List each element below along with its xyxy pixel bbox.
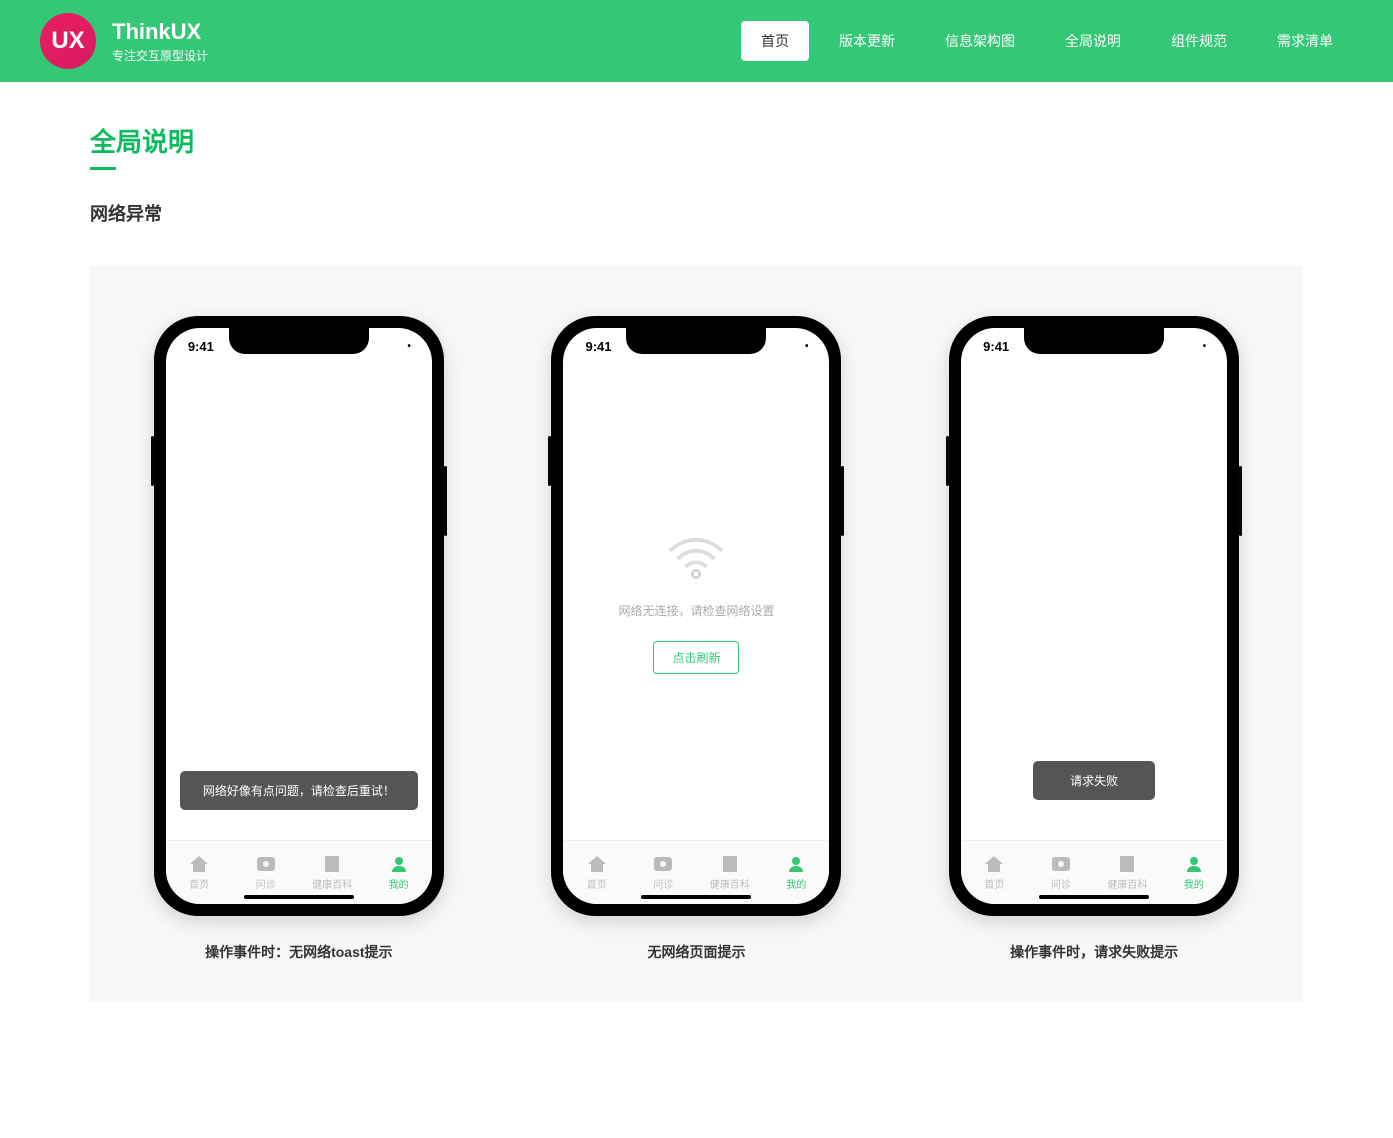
tab-home[interactable]: 首页 (563, 841, 630, 904)
screen: 9:41 • 请求失败 首页 问诊 (961, 328, 1227, 904)
tab-label: 健康百科 (1107, 876, 1147, 891)
status-time: 9:41 (983, 339, 1009, 354)
screen-body: 网络好像有点问题，请检查后重试！ (166, 364, 432, 840)
user-icon (786, 855, 806, 873)
logo-icon: UX (40, 13, 96, 69)
tab-label: 健康百科 (312, 876, 352, 891)
home-icon (984, 855, 1004, 873)
tab-label: 问诊 (653, 876, 673, 891)
caption: 操作事件时：无网络toast提示 (205, 942, 392, 962)
brand-title: ThinkUX (112, 19, 208, 45)
status-icons: • (1203, 341, 1206, 352)
notch (229, 328, 369, 354)
user-icon (389, 855, 409, 873)
tab-label: 我的 (1184, 876, 1204, 891)
home-indicator (641, 895, 751, 899)
home-indicator (1039, 895, 1149, 899)
tab-home[interactable]: 首页 (166, 841, 233, 904)
screen-body: 网络无连接，请检查网络设置 点击刷新 (563, 364, 829, 840)
top-nav: 首页 版本更新 信息架构图 全局说明 组件规范 需求清单 (741, 21, 1353, 61)
nav-home[interactable]: 首页 (741, 21, 809, 61)
tab-label: 首页 (587, 876, 607, 891)
mockup-3: 9:41 • 请求失败 首页 问诊 (949, 316, 1239, 962)
screen: 9:41 • 网络好像有点问题，请检查后重试！ 首页 问诊 (166, 328, 432, 904)
refresh-button[interactable]: 点击刷新 (653, 641, 739, 674)
phone-frame: 9:41 • 网络好像有点问题，请检查后重试！ 首页 问诊 (154, 316, 444, 916)
caption: 操作事件时，请求失败提示 (1010, 942, 1178, 962)
consult-icon (653, 855, 673, 873)
home-icon (587, 855, 607, 873)
section-title: 网络异常 (90, 200, 1303, 226)
status-time: 9:41 (188, 339, 214, 354)
consult-icon (1051, 855, 1071, 873)
tab-label: 问诊 (1051, 876, 1071, 891)
book-icon (720, 855, 740, 873)
mockup-1: 9:41 • 网络好像有点问题，请检查后重试！ 首页 问诊 (154, 316, 444, 962)
page-title: 全局说明 (90, 122, 1303, 159)
user-icon (1184, 855, 1204, 873)
tab-label: 我的 (786, 876, 806, 891)
logo-text: UX (51, 27, 84, 55)
status-time: 9:41 (585, 339, 611, 354)
caption: 无网络页面提示 (647, 942, 745, 962)
brand: ThinkUX 专注交互原型设计 (112, 19, 208, 64)
wifi-off-icon (664, 531, 728, 586)
status-icons: • (407, 341, 410, 352)
no-network-text: 网络无连接，请检查网络设置 (618, 602, 774, 619)
tab-label: 我的 (389, 876, 409, 891)
tab-mine[interactable]: 我的 (1161, 841, 1228, 904)
status-icons: • (805, 341, 808, 352)
book-icon (322, 855, 342, 873)
tab-label: 首页 (984, 876, 1004, 891)
tab-label: 健康百科 (710, 876, 750, 891)
screen: 9:41 • 网络无连接， (563, 328, 829, 904)
phone-frame: 9:41 • 请求失败 首页 问诊 (949, 316, 1239, 916)
toast: 请求失败 (1033, 761, 1155, 800)
tab-label: 问诊 (256, 876, 276, 891)
brand-subtitle: 专注交互原型设计 (112, 47, 208, 64)
tab-home[interactable]: 首页 (961, 841, 1028, 904)
nav-global[interactable]: 全局说明 (1045, 21, 1141, 61)
home-icon (189, 855, 209, 873)
content: 全局说明 网络异常 9:41 • 网络好像有点问题，请检查后重试！ (0, 82, 1393, 1042)
phone-frame: 9:41 • 网络无连接， (551, 316, 841, 916)
notch (1024, 328, 1164, 354)
home-indicator (244, 895, 354, 899)
tab-mine[interactable]: 我的 (365, 841, 432, 904)
book-icon (1117, 855, 1137, 873)
notch (626, 328, 766, 354)
tab-mine[interactable]: 我的 (763, 841, 830, 904)
nav-ia[interactable]: 信息架构图 (925, 21, 1035, 61)
nav-requirement[interactable]: 需求清单 (1257, 21, 1353, 61)
tab-label: 首页 (189, 876, 209, 891)
header: UX ThinkUX 专注交互原型设计 首页 版本更新 信息架构图 全局说明 组… (0, 0, 1393, 82)
nav-version[interactable]: 版本更新 (819, 21, 915, 61)
screen-body: 请求失败 (961, 364, 1227, 840)
title-underline (90, 167, 116, 170)
mockup-2: 9:41 • 网络无连接， (551, 316, 841, 962)
mockup-area: 9:41 • 网络好像有点问题，请检查后重试！ 首页 问诊 (90, 266, 1303, 1002)
toast: 网络好像有点问题，请检查后重试！ (180, 771, 418, 810)
nav-component[interactable]: 组件规范 (1151, 21, 1247, 61)
consult-icon (256, 855, 276, 873)
